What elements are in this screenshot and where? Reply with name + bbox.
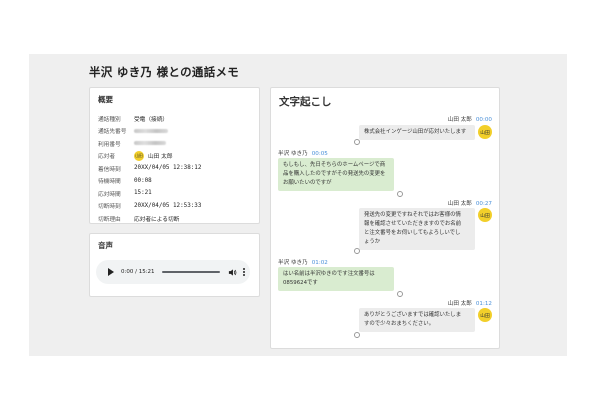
audio-seek-bar[interactable]	[161, 271, 220, 273]
more-options-icon[interactable]	[242, 268, 245, 276]
transcript-heading: 文字起こし	[279, 96, 332, 108]
message-timestamp[interactable]: 00:05	[312, 151, 328, 157]
operator-avatar: 山田	[478, 308, 492, 322]
audio-card: 音声 0:00 / 15:21	[89, 233, 260, 297]
reaction-icon[interactable]	[354, 248, 360, 254]
summary-value: 00:08	[134, 177, 152, 184]
summary-value-redacted	[134, 128, 168, 133]
summary-label: 通話種別	[98, 116, 121, 123]
summary-label: 応対者	[98, 154, 116, 161]
message-timestamp[interactable]: 00:00	[476, 117, 492, 123]
summary-value: 応対者による切断	[134, 216, 180, 223]
summary-row-disconnect-time: 切断時刻 20XX/04/05 12:53:33	[98, 200, 201, 213]
message-meta: 山田 太郎 00:27	[448, 199, 492, 207]
call-memo-screen: 半沢 ゆき乃 様との通話メモ 概要 通話種別 受電（接続） 通話先番号 利用番号…	[29, 54, 567, 356]
summary-label: 着信時刻	[98, 166, 121, 173]
summary-rows: 通話種別 受電（接続） 通話先番号 利用番号 応対者 山田 山田 太郎 着信時刻	[98, 112, 201, 225]
message-meta: 山田 太郎 01:12	[448, 299, 492, 307]
summary-row-used-number: 利用番号	[98, 137, 201, 150]
agent-avatar: 山田	[134, 150, 144, 161]
message-meta: 山田 太郎 00:00	[448, 115, 492, 123]
reaction-icon[interactable]	[354, 139, 360, 145]
reaction-icon[interactable]	[397, 191, 403, 197]
summary-value-redacted	[134, 141, 166, 146]
page-title: 半沢 ゆき乃 様との通話メモ	[89, 65, 240, 79]
message-meta: 半沢 ゆき乃 00:05	[278, 149, 328, 157]
summary-value: 20XX/04/05 12:38:12	[134, 165, 202, 172]
audio-player[interactable]: 0:00 / 15:21	[96, 260, 250, 284]
operator-message-bubble: ありがとうございますでは確認いたしま すので少々おまちください。	[359, 308, 475, 332]
play-icon[interactable]	[108, 268, 114, 276]
customer-message-bubble: もしもし、先日そちらのホームページで商 品を購入したのですがその発送先の変更を …	[278, 158, 394, 191]
customer-message-bubble: はい名前は半沢ゆきのです注文番号は 0859624です	[278, 267, 394, 291]
speaker-name: 山田 太郎	[447, 301, 472, 307]
summary-value: 受電（接続）	[134, 116, 169, 123]
summary-row-agent: 応対者 山田 山田 太郎	[98, 150, 201, 163]
summary-value: 15:21	[134, 190, 152, 197]
reaction-icon[interactable]	[397, 291, 403, 297]
summary-heading: 概要	[98, 95, 113, 104]
summary-card: 概要 通話種別 受電（接続） 通話先番号 利用番号 応対者 山田 山田 太郎 着…	[89, 87, 260, 224]
reaction-icon[interactable]	[354, 332, 360, 338]
speaker-name: 半沢 ゆき乃	[278, 151, 308, 157]
summary-row-call-type: 通話種別 受電（接続）	[98, 112, 201, 125]
operator-avatar: 山田	[478, 125, 492, 139]
agent-name: 山田 太郎	[148, 154, 173, 161]
summary-row-wait-time: 待機時間 00:08	[98, 175, 201, 188]
summary-label: 応対時間	[98, 191, 121, 198]
summary-label: 待機時間	[98, 179, 121, 186]
operator-message-bubble: 株式会社インゲージ山田が応対いたします	[359, 125, 475, 140]
audio-time: 0:00 / 15:21	[121, 269, 155, 275]
summary-label: 利用番号	[98, 141, 121, 148]
summary-label: 切断時刻	[98, 204, 121, 211]
operator-message-bubble: 発送先の変更ですねそれではお客様の情 報を確認させていただきますのでお名前 と注…	[359, 208, 475, 250]
summary-row-disconnect-reason: 切断理由 応対者による切断	[98, 212, 201, 225]
summary-row-destination-number: 通話先番号	[98, 125, 201, 138]
speaker-name: 山田 太郎	[447, 201, 472, 207]
message-timestamp[interactable]: 00:27	[476, 201, 492, 207]
transcript-card: 文字起こし 山田 太郎 00:00 株式会社インゲージ山田が応対いたします 山田 …	[270, 87, 500, 349]
summary-label: 切断理由	[98, 216, 121, 223]
summary-label: 通話先番号	[98, 129, 127, 136]
redacted-number	[134, 141, 166, 146]
redacted-number	[134, 128, 168, 133]
operator-avatar: 山田	[478, 208, 492, 222]
message-timestamp[interactable]: 01:02	[312, 260, 328, 266]
speaker-name: 山田 太郎	[447, 117, 472, 123]
volume-icon[interactable]	[228, 268, 237, 277]
summary-row-incoming-time: 着信時刻 20XX/04/05 12:38:12	[98, 162, 201, 175]
summary-value: 20XX/04/05 12:53:33	[134, 202, 202, 209]
message-timestamp[interactable]: 01:12	[476, 301, 492, 307]
audio-heading: 音声	[98, 241, 113, 250]
message-meta: 半沢 ゆき乃 01:02	[278, 258, 328, 266]
speaker-name: 半沢 ゆき乃	[278, 260, 308, 266]
summary-row-talk-time: 応対時間 15:21	[98, 187, 201, 200]
